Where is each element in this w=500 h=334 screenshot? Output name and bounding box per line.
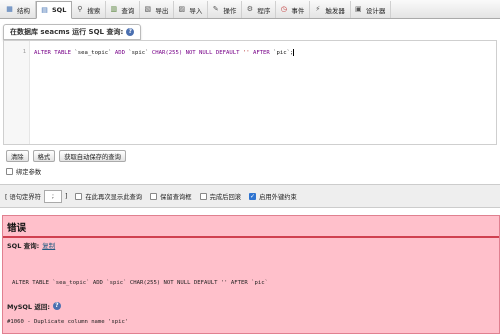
tab-label: 设计器 <box>365 6 386 15</box>
code-token: ALTER TABLE <box>34 50 75 56</box>
tab-designer[interactable]: ▣ 设计器 <box>351 1 392 18</box>
delimiter-close: ] <box>64 192 68 200</box>
tab-clock[interactable]: ◷ 事件 <box>276 1 311 18</box>
error-sql-text: ALTER TABLE `sea_topic` ADD `spic` CHAR(… <box>12 280 268 286</box>
tab-search[interactable]: ⚲ 搜索 <box>72 1 107 18</box>
clear-button[interactable]: 清除 <box>6 150 29 162</box>
show-again-checkbox[interactable] <box>75 192 83 200</box>
tab-label: 结构 <box>17 6 30 15</box>
delimiter-label: [ 语句定界符 <box>5 193 41 201</box>
tab-trigger[interactable]: ⚡ 触发器 <box>310 1 351 18</box>
help-icon[interactable]: ? <box>52 302 61 310</box>
editor-gutter: 1 <box>4 41 30 144</box>
query-title-text: 在数据库 seacms 运行 SQL 查询: <box>10 28 124 36</box>
show-again-option[interactable]: 在此再次显示此查询 <box>75 192 142 201</box>
foreign-keys-option[interactable]: ✓ 启用外键约束 <box>249 192 297 201</box>
trigger-icon: ⚡ <box>315 5 321 13</box>
tab-label: 查询 <box>121 6 135 15</box>
error-title: 错误 <box>3 216 499 238</box>
bind-params-row: 绑定参数 <box>6 167 41 176</box>
get-autosaved-query-button[interactable]: 获取自动保存的查询 <box>59 150 126 162</box>
tab-label: 导入 <box>189 6 203 15</box>
import-icon: ▨ <box>178 5 186 13</box>
code-token: `pic` <box>273 50 290 56</box>
sql-query-label: SQL 查询: <box>7 242 40 250</box>
tab-label: 搜索 <box>87 6 101 15</box>
options-bar: [ 语句定界符 ; ] 在此再次显示此查询 保留查询框 完成后回滚 ✓ 启用外键… <box>0 184 500 208</box>
text-cursor <box>293 49 295 56</box>
tab-wrench[interactable]: ✎ 操作 <box>208 1 243 18</box>
line-number: 1 <box>22 49 26 55</box>
mysql-returned-label: MySQL 返回: <box>7 303 50 311</box>
sql-icon: ▤ <box>41 5 48 14</box>
keep-box-option[interactable]: 保留查询框 <box>150 192 192 201</box>
clock-icon: ◷ <box>280 5 287 13</box>
code-token: AFTER <box>249 50 274 56</box>
sql-editor[interactable]: 1 ALTER TABLE `sea_topic` ADD `spic` CHA… <box>3 40 497 145</box>
wrench-icon: ✎ <box>212 5 219 13</box>
sql-code[interactable]: ALTER TABLE `sea_topic` ADD `spic` CHAR(… <box>34 49 295 56</box>
error-message: #1060 - Duplicate column name 'spic' <box>7 319 129 325</box>
code-token: `spic` <box>128 50 149 56</box>
foreign-keys-checkbox[interactable]: ✓ <box>249 192 257 200</box>
routines-icon: ⚙ <box>246 5 253 13</box>
tab-import[interactable]: ▨ 导入 <box>174 1 209 18</box>
error-panel: 错误 SQL 查询: 复制 ALTER TABLE `sea_topic` AD… <box>2 215 500 334</box>
copy-link[interactable]: 复制 <box>42 240 55 250</box>
delimiter-input[interactable]: ; <box>43 189 62 203</box>
search-icon: ⚲ <box>77 5 83 13</box>
tab-structure[interactable]: ▦ 结构 <box>2 1 36 18</box>
sql-query-heading: SQL 查询: 复制 <box>7 240 55 250</box>
query-icon: ▥ <box>110 5 118 13</box>
keep-box-label: 保留查询框 <box>160 193 192 201</box>
tab-sql[interactable]: ▤ SQL <box>36 1 73 19</box>
tab-label: 操作 <box>223 6 237 15</box>
show-again-label: 在此再次显示此查询 <box>85 193 143 201</box>
editor-buttons: 清除 格式 获取自动保存的查询 <box>6 150 126 162</box>
tab-label: 导出 <box>155 6 169 15</box>
tab-bar: ▦ 结构 ▤ SQL ⚲ 搜索 ▥ 查询 ▧ 导出 ▨ 导入 ✎ 操作 ⚙ 程序 ◷ 事件 ⚡ 触发器 ▣ 设计器 <box>0 0 500 19</box>
rollback-option[interactable]: 完成后回滚 <box>199 192 242 201</box>
rollback-checkbox[interactable] <box>199 192 207 200</box>
tab-label: SQL <box>52 6 67 14</box>
rollback-label: 完成后回滚 <box>209 193 242 201</box>
tab-label: 事件 <box>291 6 305 15</box>
bind-params-checkbox[interactable] <box>6 168 13 175</box>
format-button[interactable]: 格式 <box>32 150 56 162</box>
designer-icon: ▣ <box>355 5 362 13</box>
query-box-title: 在数据库 seacms 运行 SQL 查询: ? <box>3 24 142 40</box>
export-icon: ▧ <box>144 5 152 13</box>
foreign-keys-label: 启用外键约束 <box>259 193 297 201</box>
bind-params-label: 绑定参数 <box>16 169 42 176</box>
keep-box-checkbox[interactable] <box>150 192 158 200</box>
mysql-returned-heading: MySQL 返回: ? <box>7 301 61 311</box>
tab-export[interactable]: ▧ 导出 <box>140 1 175 18</box>
tab-label: 程序 <box>257 6 271 15</box>
tab-routines[interactable]: ⚙ 程序 <box>242 1 277 18</box>
help-icon[interactable]: ? <box>126 28 135 36</box>
code-token: '' <box>242 50 250 56</box>
tab-label: 触发器 <box>325 6 345 15</box>
code-token: CHAR(255) NOT NULL DEFAULT <box>148 50 243 56</box>
code-token: `sea_topic` <box>74 50 112 56</box>
tab-query[interactable]: ▥ 查询 <box>106 1 141 18</box>
structure-icon: ▦ <box>6 5 13 13</box>
code-token: ADD <box>111 50 129 56</box>
